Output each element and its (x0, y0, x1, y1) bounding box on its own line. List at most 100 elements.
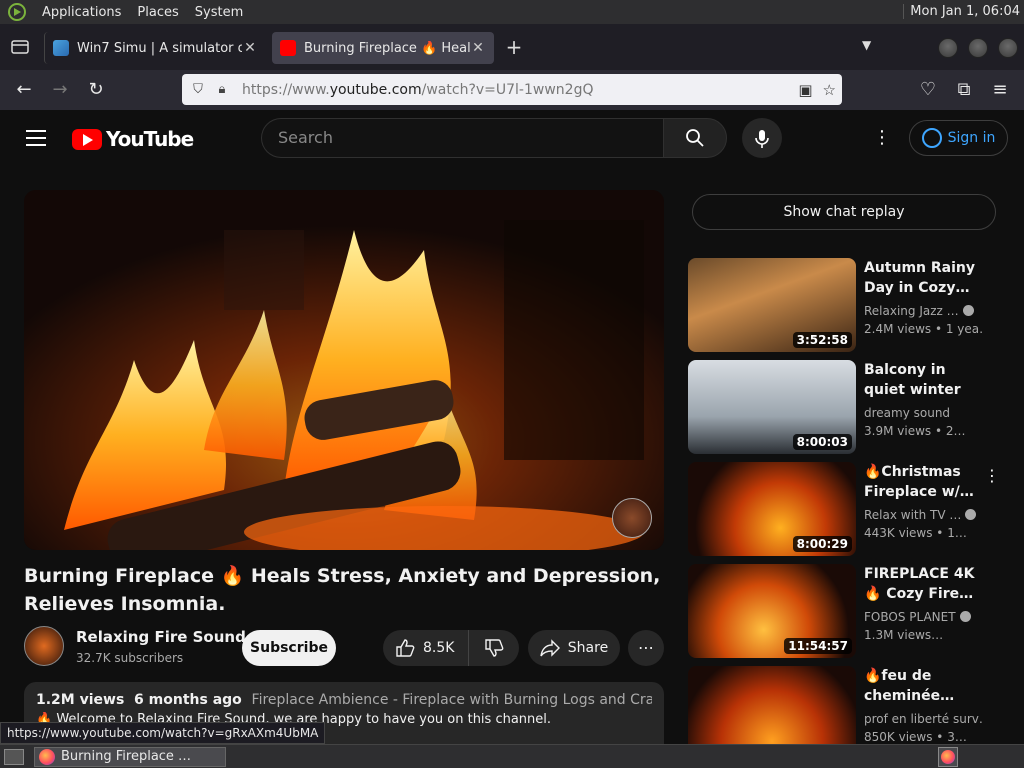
recommendation-title[interactable]: Balcony in quiet winter mountain… (864, 360, 984, 400)
recommendation-channel[interactable]: dreamy sound (864, 406, 984, 420)
verified-badge-icon (959, 611, 971, 622)
youtube-favicon-icon (280, 40, 296, 56)
browser-tabstrip: Win7 Simu | A simulator of W ✕ Burning F… (0, 24, 1024, 70)
taskbar-window-firefox[interactable]: Burning Fireplace … (34, 746, 226, 767)
search-icon (686, 129, 704, 147)
settings-kebab-icon[interactable]: ⋮ (870, 126, 894, 150)
recommendation-channel[interactable]: Relaxing Jazz … (864, 304, 984, 318)
maximize-window-button[interactable] (968, 38, 988, 58)
more-actions-button[interactable]: ⋯ (628, 630, 664, 666)
recommendation-meta: 3.9M views • 2… (864, 424, 966, 438)
forward-arrow-icon[interactable]: → (48, 78, 72, 102)
channel-avatar[interactable] (24, 626, 64, 666)
tab-title: Win7 Simu | A simulator of W (77, 40, 242, 56)
like-button[interactable]: 8.5K (383, 630, 469, 666)
tracking-shield-icon[interactable]: ⛉ (190, 82, 206, 98)
thumbs-up-icon (396, 639, 415, 657)
item-menu-kebab-icon[interactable]: ⋮ (984, 466, 1000, 485)
guide-menu-icon[interactable] (26, 130, 46, 146)
link-status-tooltip: https://www.youtube.com/watch?v=gRxAXm4U… (0, 722, 326, 744)
recommendation-title[interactable]: 🔥Christmas Fireplace w/… (864, 462, 984, 502)
tab-win7-simu[interactable]: Win7 Simu | A simulator of W ✕ (44, 32, 266, 64)
sign-in-button[interactable]: Sign in (909, 120, 1008, 156)
gnome-bottom-panel: Burning Fireplace … (0, 744, 1024, 768)
channel-name-link[interactable]: Relaxing Fire Sound (76, 628, 246, 646)
browser-navbar: ← → ↻ ⛉ 🔒︎ https://www.youtube.com/watch… (0, 70, 1024, 110)
desktop-screen: Applications Places System Mon Jan 1, 06… (0, 0, 1024, 768)
subscribe-button[interactable]: Subscribe (242, 630, 336, 666)
verified-badge-icon (965, 509, 977, 520)
url-bar[interactable]: ⛉ 🔒︎ https://www.youtube.com/watch?v=U7l… (182, 74, 842, 105)
youtube-page: YouTube Search ⋮ Sign in Burning Firepla… (0, 110, 1024, 744)
recommendation-channel[interactable]: Relax with TV … (864, 508, 984, 522)
youtube-header: YouTube Search ⋮ Sign in (0, 110, 1024, 166)
show-desktop-icon[interactable] (4, 748, 24, 765)
recommendation-thumbnail[interactable]: 8:00:03 (688, 360, 856, 454)
close-window-button[interactable] (998, 38, 1018, 58)
recommendation-channel[interactable]: FOBOS PLANET (864, 610, 984, 624)
extensions-icon[interactable]: ⧉ (952, 78, 976, 102)
video-title: Burning Fireplace 🔥 Heals Stress, Anxiet… (24, 565, 661, 615)
search-button[interactable] (663, 118, 727, 158)
workspace-switcher[interactable] (938, 747, 958, 767)
list-all-tabs-icon[interactable]: ▼ (862, 38, 871, 52)
app-menu-icon[interactable]: ≡ (988, 78, 1012, 102)
duration-badge: 3:52:58 (792, 332, 852, 348)
recommendation-title[interactable]: Autumn Rainy Day in Cozy… (864, 258, 984, 298)
win7-favicon-icon (53, 40, 69, 56)
close-tab-icon[interactable]: ✕ (242, 40, 258, 56)
channel-watermark-icon[interactable] (612, 498, 652, 538)
recommendation-thumbnail[interactable] (688, 666, 856, 744)
url-text[interactable]: https://www.youtube.com/watch?v=U7l-1wwn… (242, 82, 593, 98)
back-arrow-icon[interactable]: ← (12, 78, 36, 102)
show-chat-replay-button[interactable]: Show chat replay (692, 194, 996, 230)
recommendation-thumbnail[interactable]: 8:00:29 (688, 462, 856, 556)
places-menu[interactable]: Places (137, 5, 178, 20)
minimize-window-button[interactable] (938, 38, 958, 58)
firefox-icon (941, 750, 955, 764)
tab-burning-fireplace[interactable]: Burning Fireplace 🔥 Heals S ✕ (272, 32, 494, 64)
pocket-icon[interactable]: ♡ (916, 78, 940, 102)
duration-badge: 8:00:03 (792, 434, 852, 450)
search-input[interactable]: Search (261, 118, 663, 158)
recommendation-item[interactable]: 8:00:03 Balcony in quiet winter mountain… (688, 360, 1008, 454)
new-tab-button[interactable]: + (502, 36, 526, 60)
video-player[interactable] (24, 190, 664, 550)
youtube-play-logo-icon (72, 128, 102, 150)
recommendation-title[interactable]: FIREPLACE 4K 🔥 Cozy Fire… (864, 564, 984, 604)
duration-badge: 8:00:29 (792, 536, 852, 552)
recommendation-meta: 443K views • 1… (864, 526, 967, 540)
recommendation-thumbnail[interactable]: 3:52:58 (688, 258, 856, 352)
firefox-view-icon (11, 40, 29, 54)
voice-search-button[interactable] (742, 118, 782, 158)
verified-badge-icon (962, 305, 974, 316)
microphone-icon (755, 129, 769, 148)
panel-clock[interactable]: Mon Jan 1, 06:04 (903, 4, 1020, 19)
recommendation-title[interactable]: 🔥feu de cheminée… (864, 666, 984, 706)
like-dislike-group: 8.5K (383, 630, 519, 666)
firefox-view-button[interactable] (0, 24, 40, 70)
recommendation-channel[interactable]: prof en liberté surv… (864, 712, 984, 726)
description-tags: Fireplace Ambience - Fireplace with Burn… (251, 692, 652, 708)
recommendation-meta: 2.4M views • 1 yea… (864, 322, 984, 336)
account-circle-icon (921, 128, 942, 148)
share-button[interactable]: Share (528, 630, 620, 666)
dislike-button[interactable] (469, 638, 519, 658)
duration-badge: 11:54:57 (784, 638, 852, 654)
reload-icon[interactable]: ↻ (84, 78, 108, 102)
youtube-logo[interactable]: YouTube (72, 127, 194, 151)
padlock-icon[interactable]: 🔒︎ (214, 82, 230, 98)
recommendation-thumbnail[interactable]: 11:54:57 (688, 564, 856, 658)
system-menu[interactable]: System (195, 5, 243, 20)
recommendation-item[interactable]: 3:52:58 Autumn Rainy Day in Cozy… Relaxi… (688, 258, 1008, 352)
recommendation-item[interactable]: 8:00:29 🔥Christmas Fireplace w/… ⋮ Relax… (688, 462, 1008, 556)
picture-in-picture-icon[interactable]: ▣ (798, 81, 812, 99)
recommendation-item[interactable]: 🔥feu de cheminée… prof en liberté surv… … (688, 666, 1008, 744)
close-tab-icon[interactable]: ✕ (470, 40, 486, 56)
fireplace-video-frame (24, 190, 664, 550)
distro-logo-icon[interactable] (8, 3, 26, 21)
applications-menu[interactable]: Applications (42, 5, 121, 20)
tab-title: Burning Fireplace 🔥 Heals S (304, 40, 470, 56)
bookmark-star-icon[interactable]: ☆ (823, 81, 836, 99)
recommendation-item[interactable]: 11:54:57 FIREPLACE 4K 🔥 Cozy Fire… FOBOS… (688, 564, 1008, 658)
